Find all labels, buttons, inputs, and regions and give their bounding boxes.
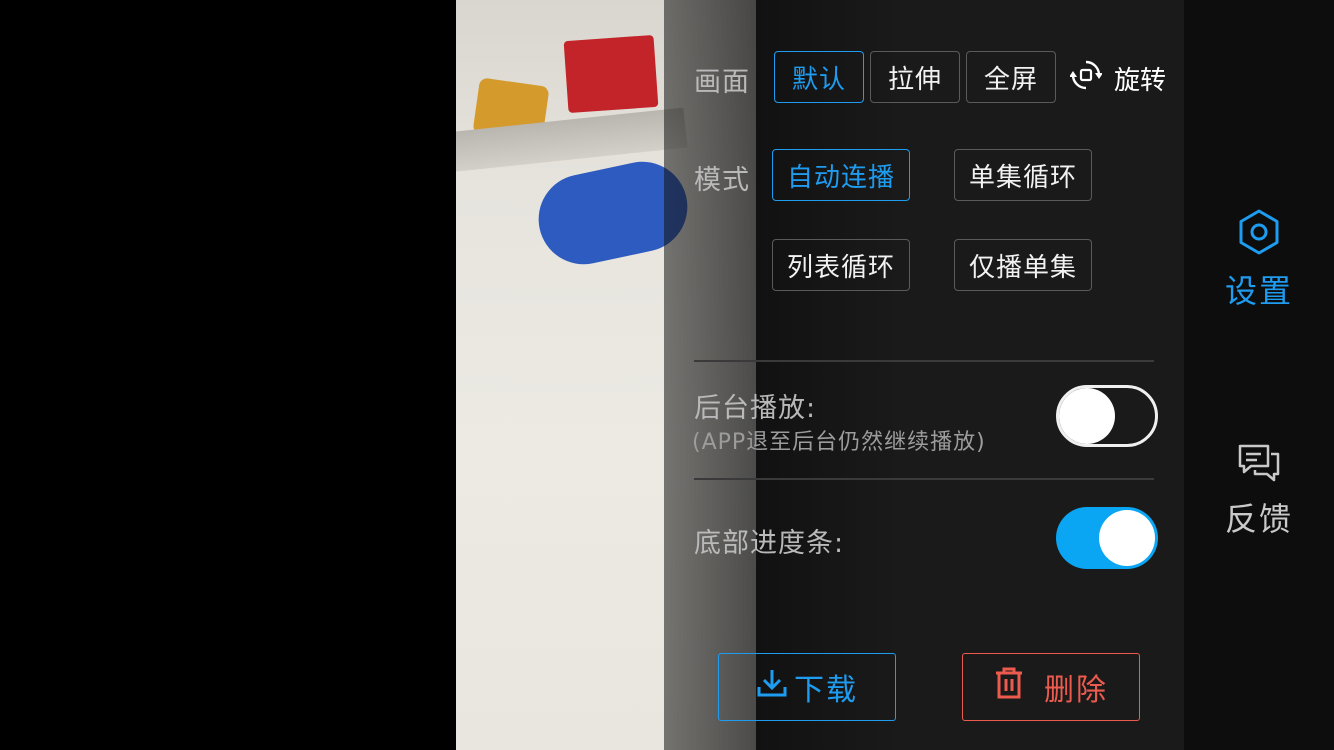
display-label: 画面: [694, 67, 750, 98]
delete-button[interactable]: 删除: [962, 653, 1140, 721]
rotate-button[interactable]: 旋转: [1069, 58, 1167, 98]
delete-label: 删除: [1044, 673, 1108, 708]
sidebar-settings-label: 设置: [1224, 272, 1293, 310]
bottom-progress-label: 底部进度条:: [694, 528, 845, 559]
display-option-default[interactable]: 默认: [774, 51, 864, 103]
mode-option-play-single[interactable]: 仅播单集: [954, 239, 1092, 291]
rotate-label: 旋转: [1114, 65, 1167, 96]
sidebar-item-feedback[interactable]: 反馈: [1184, 442, 1334, 540]
download-label: 下载: [794, 673, 858, 708]
sidebar-item-settings[interactable]: 设置: [1184, 208, 1334, 312]
gear-icon: [1235, 209, 1283, 260]
bottom-progress-toggle[interactable]: [1056, 507, 1158, 569]
mode-option-list-loop[interactable]: 列表循环: [772, 239, 910, 291]
background-play-label: 后台播放:: [694, 393, 817, 424]
background-play-hint: (APP退至后台仍然继续播放): [692, 430, 986, 455]
chat-icon: [1237, 444, 1281, 488]
toggle-knob: [1099, 510, 1155, 566]
settings-panel: 画面 默认 拉伸 全屏 旋转 模式 自动连播 单集循环 列表循环 仅播单集 后台…: [664, 0, 1184, 750]
video-object-red: [563, 34, 659, 114]
sidebar-feedback-label: 反馈: [1224, 500, 1293, 538]
rotate-icon: [1069, 59, 1103, 98]
download-icon: [756, 667, 788, 707]
divider: [694, 360, 1154, 362]
display-option-fullscreen[interactable]: 全屏: [966, 51, 1056, 103]
display-option-stretch[interactable]: 拉伸: [870, 51, 960, 103]
mode-option-autoplay[interactable]: 自动连播: [772, 149, 910, 201]
download-button[interactable]: 下载: [718, 653, 896, 721]
trash-icon: [994, 666, 1024, 708]
right-sidebar: 设置 反馈: [1184, 0, 1334, 750]
divider: [694, 478, 1154, 480]
mode-label: 模式: [694, 165, 750, 196]
toggle-knob: [1059, 388, 1115, 444]
mode-option-single-loop[interactable]: 单集循环: [954, 149, 1092, 201]
background-play-toggle[interactable]: [1056, 385, 1158, 447]
